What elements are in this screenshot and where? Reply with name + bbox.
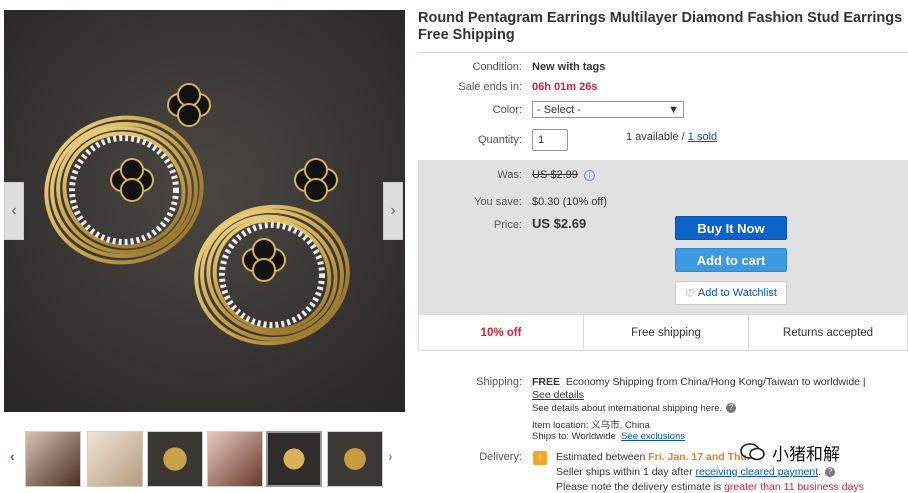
delivery-label: Delivery:	[479, 451, 522, 463]
thumbnail-5[interactable]	[266, 431, 322, 487]
was-price-row: US $2.99 i	[532, 169, 595, 181]
shipping-method: Economy Shipping from China/Hong Kong/Ta…	[565, 376, 866, 388]
international-shipping-note: See details about international shipping…	[532, 403, 737, 414]
see-exclusions-link[interactable]: See exclusions	[621, 431, 685, 442]
thumbnail-strip: ‹ ›	[0, 428, 405, 490]
thumbnail-next-icon[interactable]: ›	[388, 448, 393, 464]
thumbnail-6[interactable]	[327, 431, 383, 487]
next-image-arrow-icon[interactable]: ›	[383, 182, 403, 240]
color-label: Color:	[492, 104, 522, 116]
watermark-text: 小猪和解	[772, 444, 840, 464]
heart-icon: ♡	[685, 287, 695, 300]
sold-link[interactable]: 1 sold	[688, 131, 717, 143]
sale-ends-label: Sale ends in:	[458, 81, 522, 93]
color-select-value: - Select -	[537, 103, 582, 116]
you-save-value: $0.30 (10% off)	[532, 196, 608, 208]
help-icon[interactable]: ?	[825, 467, 835, 478]
receiving-payment-link[interactable]: receiving cleared payment	[696, 466, 819, 478]
price-label: Price:	[493, 219, 522, 231]
thumbnail-3[interactable]	[147, 431, 203, 487]
color-select[interactable]: - Select - ▼	[532, 101, 684, 118]
info-icon[interactable]: i	[583, 169, 595, 181]
available-count: 1 available /	[626, 131, 685, 143]
watchlist-label: Add to Watchlist	[697, 287, 777, 299]
delivery-estimate: Estimated between Fri. Jan. 17 and Thu. …	[556, 451, 759, 463]
purchase-panel	[418, 160, 908, 314]
thumbnail-2[interactable]	[87, 431, 143, 487]
ships-to-label: Ships to:	[532, 431, 569, 442]
thumbnail-prev-icon[interactable]: ‹	[10, 448, 15, 464]
help-icon[interactable]: ?	[726, 403, 737, 414]
seller-ships-text: Seller ships within 1 day after	[556, 466, 693, 478]
quantity-label: Quantity:	[477, 134, 522, 146]
was-price: US $2.99	[532, 169, 578, 181]
delivery-alert-icon: !	[533, 451, 547, 465]
product-title: Round Pentagram Earrings Multilayer Diam…	[418, 10, 903, 43]
shipping-line: FREE Economy Shipping from China/Hong Ko…	[532, 376, 866, 388]
chat-bubbles-icon	[740, 443, 765, 461]
buy-it-now-button[interactable]: Buy It Now	[675, 216, 787, 240]
delivery-estimate-prefix: Estimated between	[556, 451, 646, 463]
quantity-input[interactable]: 1	[532, 129, 568, 151]
item-location-value: 义乌市, China	[591, 420, 650, 431]
current-price: US $2.69	[532, 216, 587, 231]
main-product-photo[interactable]	[4, 10, 405, 412]
item-location-label: Item location:	[532, 420, 589, 431]
dropdown-arrow-icon: ▼	[668, 103, 679, 116]
sale-countdown: 06h 01m 26s	[532, 81, 598, 93]
delivery-note-prefix: Please note the delivery estimate is	[556, 481, 722, 493]
condition-value: New with tags	[532, 61, 606, 73]
thumbnail-1[interactable]	[25, 431, 81, 487]
highlights-strip: 10% off Free shipping Returns accepted	[418, 314, 908, 351]
thumbnail-4[interactable]	[207, 431, 263, 487]
was-label: Was:	[497, 169, 522, 181]
shipping-label: Shipping:	[476, 376, 522, 388]
see-details-link[interactable]: See details	[532, 389, 584, 401]
you-save-label: You save:	[474, 196, 522, 208]
highlight-free-shipping: Free shipping	[631, 326, 701, 339]
condition-label: Condition:	[472, 61, 522, 73]
highlight-discount: 10% off	[480, 326, 522, 339]
seller-ships-note: Seller ships within 1 day after receivin…	[556, 466, 835, 478]
item-location: Item location: 义乌市, China	[532, 417, 650, 431]
title-divider	[418, 52, 908, 53]
delivery-note-emphasis: greater than 11 business days	[724, 481, 864, 493]
international-shipping-text: See details about international shipping…	[532, 403, 723, 414]
ships-to: Ships to: Worldwide See exclusions	[532, 431, 685, 442]
shipping-free: FREE	[532, 376, 561, 388]
delivery-note: Please note the delivery estimate is gre…	[556, 481, 864, 493]
availability: 1 available / 1 sold	[626, 131, 717, 143]
watermark: 小猪和解	[740, 438, 908, 466]
ships-to-value: Worldwide	[571, 431, 616, 442]
prev-image-arrow-icon[interactable]: ‹	[4, 182, 24, 240]
add-to-watchlist-button[interactable]: ♡ Add to Watchlist	[675, 281, 787, 305]
highlight-returns: Returns accepted	[782, 326, 874, 339]
add-to-cart-button[interactable]: Add to cart	[675, 248, 787, 272]
